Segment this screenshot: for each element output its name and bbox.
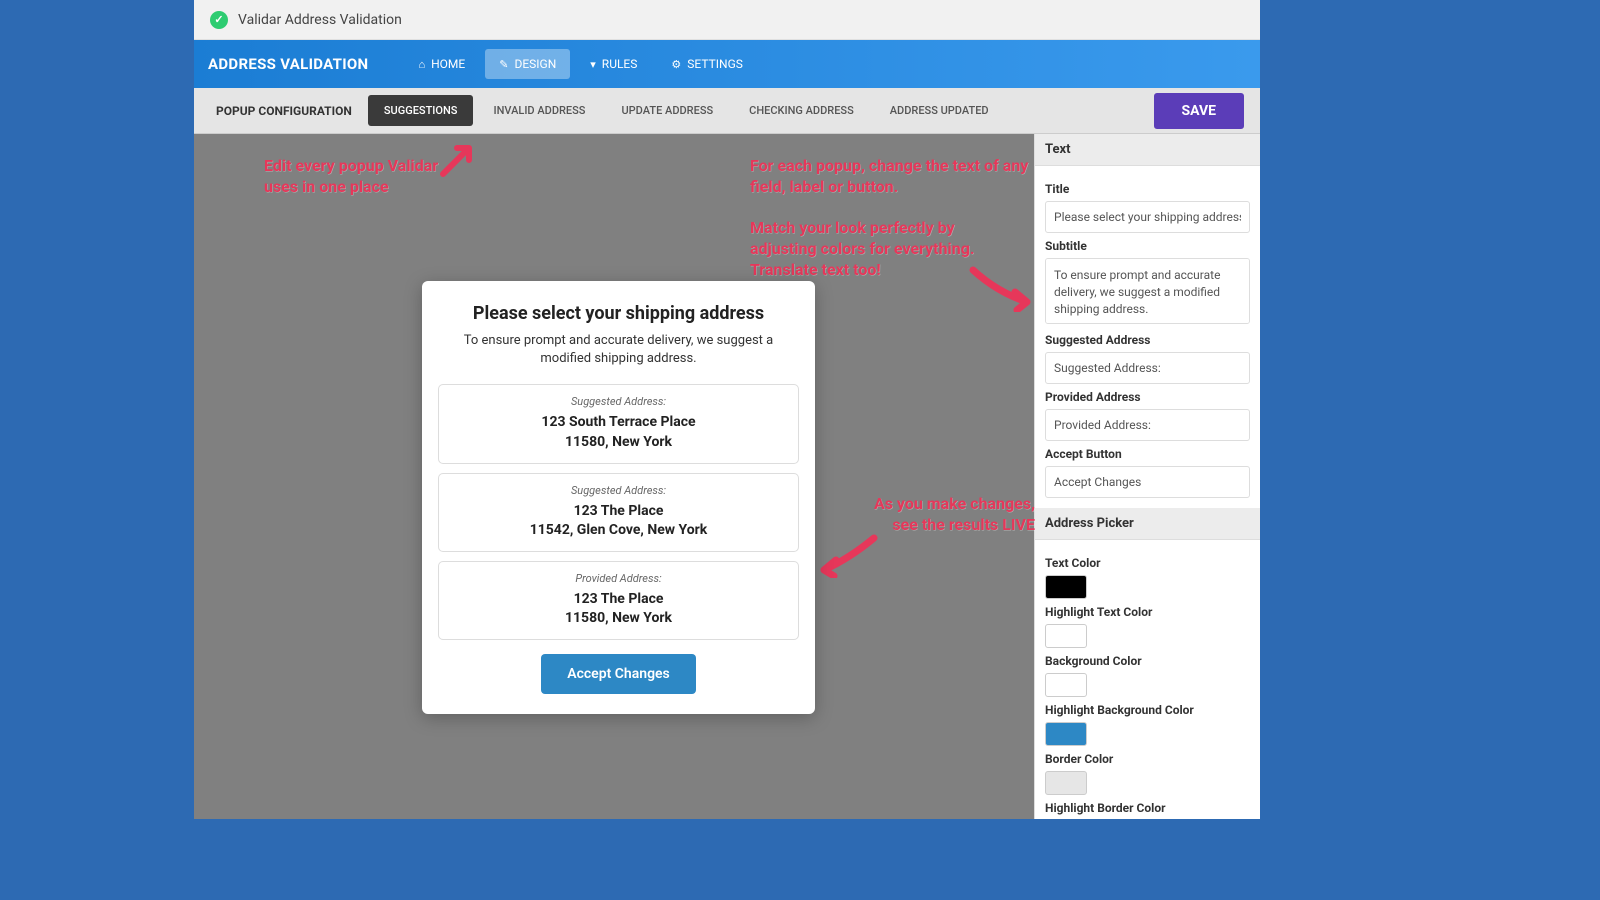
- callout-4: As you make changes, see the results LIV…: [845, 494, 1035, 536]
- sub-nav: POPUP CONFIGURATION SUGGESTIONS INVALID …: [194, 88, 1260, 134]
- field-label: Subtitle: [1045, 239, 1250, 253]
- card-line: 11542, Glen Cove, New York: [449, 521, 788, 541]
- field-label: Accept Button: [1045, 447, 1250, 461]
- address-card[interactable]: Suggested Address: 123 The Place 11542, …: [438, 473, 799, 552]
- card-label: Suggested Address:: [449, 395, 788, 408]
- nav-settings[interactable]: ⚙ SETTINGS: [657, 49, 756, 79]
- popup-title: Please select your shipping address: [438, 303, 799, 324]
- nav-label: DESIGN: [514, 57, 556, 71]
- field-label: Background Color: [1045, 654, 1250, 668]
- nav-label: HOME: [431, 57, 465, 71]
- body: Edit every popup Validar uses in one pla…: [194, 134, 1260, 819]
- arrow-icon: [816, 532, 880, 578]
- field-label: Text Color: [1045, 556, 1250, 570]
- field-label: Highlight Text Color: [1045, 605, 1250, 619]
- section-header-picker: Address Picker: [1035, 508, 1260, 540]
- color-swatch[interactable]: [1045, 575, 1087, 599]
- gear-icon: ⚙: [671, 58, 681, 71]
- wrench-icon: ✎: [499, 58, 508, 71]
- app-title: Validar Address Validation: [238, 12, 402, 28]
- callout-3: Match your look perfectly by adjusting c…: [750, 218, 1020, 280]
- tab-suggestions[interactable]: SUGGESTIONS: [368, 95, 474, 126]
- field-label: Title: [1045, 182, 1250, 196]
- popup-subtitle: To ensure prompt and accurate delivery, …: [438, 332, 799, 368]
- main-nav: ADDRESS VALIDATION ⌂HOME ✎DESIGN ▾RULES …: [194, 40, 1260, 88]
- tab-checking-address[interactable]: CHECKING ADDRESS: [733, 95, 870, 126]
- subnav-label: POPUP CONFIGURATION: [204, 104, 364, 118]
- tab-invalid-address[interactable]: INVALID ADDRESS: [477, 95, 601, 126]
- nav-rules[interactable]: ▾ RULES: [576, 49, 651, 79]
- section-picker: Text Color Highlight Text Color Backgrou…: [1035, 540, 1260, 819]
- suggested-input[interactable]: [1045, 352, 1250, 384]
- tab-address-updated[interactable]: ADDRESS UPDATED: [874, 95, 1005, 126]
- callout-1: Edit every popup Validar uses in one pla…: [264, 156, 474, 198]
- subtitle-input[interactable]: To ensure prompt and accurate delivery, …: [1045, 258, 1250, 324]
- card-line: 123 The Place: [449, 502, 788, 522]
- nav-design[interactable]: ✎ DESIGN: [485, 49, 570, 79]
- callout-2: For each popup, change the text of any f…: [750, 156, 1030, 198]
- color-swatch[interactable]: [1045, 771, 1087, 795]
- title-input[interactable]: [1045, 201, 1250, 233]
- field-label: Highlight Background Color: [1045, 703, 1250, 717]
- nav-label: RULES: [602, 57, 638, 71]
- sidebar[interactable]: Text Title Subtitle To ensure prompt and…: [1034, 134, 1260, 819]
- card-label: Provided Address:: [449, 572, 788, 585]
- nav-home[interactable]: ⌂ HOME: [404, 49, 479, 79]
- popup-preview: Please select your shipping address To e…: [422, 281, 815, 714]
- home-icon: ⌂: [418, 58, 425, 71]
- preview-pane: Edit every popup Validar uses in one pla…: [194, 134, 1034, 819]
- filter-icon: ▾: [590, 58, 596, 71]
- provided-input[interactable]: [1045, 409, 1250, 441]
- field-label: Suggested Address: [1045, 333, 1250, 347]
- field-label: Highlight Border Color: [1045, 801, 1250, 815]
- card-line: 123 South Terrace Place: [449, 413, 788, 433]
- save-button[interactable]: SAVE: [1154, 93, 1245, 129]
- app-window: ✓ Validar Address Validation ADDRESS VAL…: [194, 0, 1260, 819]
- section-text: Title Subtitle To ensure prompt and accu…: [1035, 166, 1260, 508]
- field-label: Provided Address: [1045, 390, 1250, 404]
- address-card[interactable]: Suggested Address: 123 South Terrace Pla…: [438, 384, 799, 463]
- nav-label: SETTINGS: [687, 57, 743, 71]
- card-line: 123 The Place: [449, 590, 788, 610]
- shield-icon: ✓: [210, 11, 228, 29]
- section-header-text: Text: [1035, 134, 1260, 166]
- accept-button[interactable]: Accept Changes: [541, 654, 696, 694]
- card-line: 11580, New York: [449, 609, 788, 629]
- card-label: Suggested Address:: [449, 484, 788, 497]
- color-swatch[interactable]: [1045, 673, 1087, 697]
- tab-update-address[interactable]: UPDATE ADDRESS: [605, 95, 729, 126]
- titlebar: ✓ Validar Address Validation: [194, 0, 1260, 40]
- field-label: Border Color: [1045, 752, 1250, 766]
- color-swatch[interactable]: [1045, 722, 1087, 746]
- nav-brand: ADDRESS VALIDATION: [208, 55, 368, 73]
- address-card[interactable]: Provided Address: 123 The Place 11580, N…: [438, 561, 799, 640]
- accept-input[interactable]: [1045, 466, 1250, 498]
- card-line: 11580, New York: [449, 433, 788, 453]
- color-swatch[interactable]: [1045, 624, 1087, 648]
